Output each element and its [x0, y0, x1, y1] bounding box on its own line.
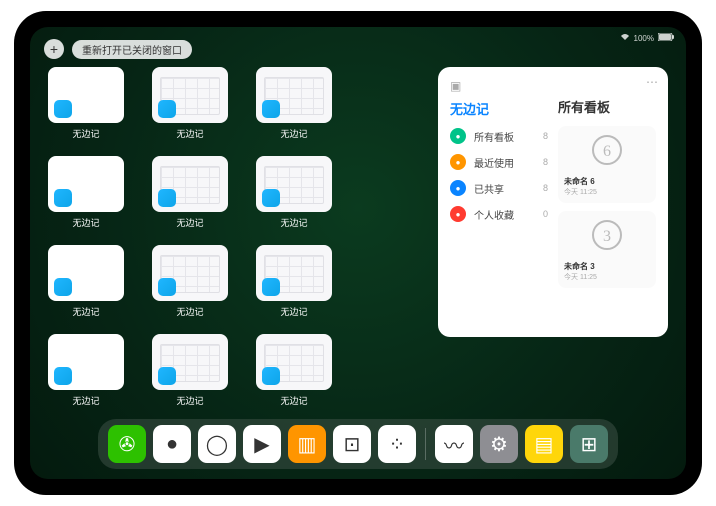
blank-preview [48, 245, 124, 301]
sidebar-item-label: 最近使用 [474, 155, 514, 170]
sidebar-item-label: 个人收藏 [474, 207, 514, 222]
sidebar-icon[interactable]: ▣ [450, 79, 548, 93]
svg-text:6: 6 [603, 143, 611, 160]
window-thumbnail[interactable]: 无边记 [256, 245, 332, 318]
thumbnail-label: 无边记 [280, 216, 307, 229]
add-button[interactable]: + [44, 39, 64, 59]
wechat-icon[interactable]: ✇ [108, 425, 146, 463]
board-sketch-icon: 6 [585, 132, 629, 172]
window-thumbnail[interactable]: 无边记 [256, 334, 332, 407]
board-time: 今天 11:25 [564, 272, 597, 282]
sidebar-item[interactable]: ● 个人收藏 0 [450, 206, 548, 222]
calendar-preview [152, 156, 228, 212]
calendar-preview [256, 67, 332, 123]
thumbnail-label: 无边记 [280, 127, 307, 140]
dock: ✇●◯▶▥⊡⁘ 〰⚙▤⊞ [98, 419, 618, 469]
browser-icon[interactable]: ● [153, 425, 191, 463]
books-icon[interactable]: ▥ [288, 425, 326, 463]
window-thumbnail[interactable]: 无边记 [256, 156, 332, 229]
window-thumbnail[interactable]: 无边记 [48, 334, 124, 407]
ipad-frame: 100% + 重新打开已关闭的窗口 无边记无边记无边记无边记无边记无边记无边记无… [14, 11, 702, 495]
status-bar: 100% [620, 31, 674, 45]
window-thumbnail[interactable]: 无边记 [48, 156, 124, 229]
window-thumbnail[interactable]: 无边记 [152, 67, 228, 140]
thumbnail-label: 无边记 [72, 216, 99, 229]
blank-preview [48, 334, 124, 390]
clock-icon: ● [450, 154, 466, 170]
thumbnail-label: 无边记 [176, 305, 203, 318]
window-thumbnail[interactable]: 无边记 [48, 67, 124, 140]
window-thumbnail[interactable]: 无边记 [48, 245, 124, 318]
thumbnail-label: 无边记 [72, 305, 99, 318]
sidebar-pane: ▣ 无边记 ● 所有看板 8● 最近使用 8● 已共享 8● 个人收藏 0 [450, 79, 548, 325]
calendar-preview [256, 156, 332, 212]
freeform-icon[interactable]: 〰 [435, 425, 473, 463]
appgroup-icon[interactable]: ⊞ [570, 425, 608, 463]
qqbrowser-icon[interactable]: ◯ [198, 425, 236, 463]
thumbnail-label: 无边记 [176, 394, 203, 407]
calendar-preview [256, 245, 332, 301]
people-icon: ● [450, 180, 466, 196]
settings-icon[interactable]: ⚙ [480, 425, 518, 463]
blank-preview [48, 156, 124, 212]
window-row: 无边记 无边记 无边记 [48, 156, 418, 229]
board-sketch-icon: 3 [585, 217, 629, 257]
large-app-window[interactable]: ⋯ ▣ 无边记 ● 所有看板 8● 最近使用 8● 已共享 8● 个人收藏 0 … [438, 67, 668, 337]
boards-pane: 所有看板 6 未命名 6 今天 11:25 3 未命名 3 今天 11:25 [558, 79, 656, 325]
screen: 100% + 重新打开已关闭的窗口 无边记无边记无边记无边记无边记无边记无边记无… [30, 27, 686, 479]
calendar-preview [152, 334, 228, 390]
calendar-preview [256, 334, 332, 390]
thumbnail-label: 无边记 [280, 394, 307, 407]
window-thumbnail[interactable]: 无边记 [152, 156, 228, 229]
board-card[interactable]: 6 未命名 6 今天 11:25 [558, 126, 656, 203]
wifi-icon [620, 33, 630, 43]
sidebar-item-count: 8 [543, 183, 548, 193]
blank-preview [48, 67, 124, 123]
thumbnail-label: 无边记 [72, 394, 99, 407]
top-bar: + 重新打开已关闭的窗口 [44, 39, 192, 59]
sidebar-item[interactable]: ● 最近使用 8 [450, 154, 548, 170]
sidebar-title: 无边记 [450, 99, 548, 118]
window-thumbnail[interactable]: 无边记 [152, 245, 228, 318]
window-row: 无边记 无边记 无边记 [48, 67, 418, 140]
sidebar-item[interactable]: ● 所有看板 8 [450, 128, 548, 144]
heart-icon: ● [450, 206, 466, 222]
board-name: 未命名 3 [564, 261, 595, 272]
board-time: 今天 11:25 [564, 187, 597, 197]
thumbnail-label: 无边记 [72, 127, 99, 140]
board-name: 未命名 6 [564, 176, 595, 187]
calendar-preview [152, 67, 228, 123]
sidebar-item[interactable]: ● 已共享 8 [450, 180, 548, 196]
thumbnail-label: 无边记 [176, 216, 203, 229]
play-icon[interactable]: ▶ [243, 425, 281, 463]
boards-title: 所有看板 [558, 97, 656, 116]
window-thumbnail[interactable]: 无边记 [152, 334, 228, 407]
dots-icon[interactable]: ⁘ [378, 425, 416, 463]
svg-text:3: 3 [603, 228, 611, 245]
sidebar-item-label: 已共享 [474, 181, 504, 196]
battery-icon [658, 33, 674, 43]
grid-icon: ● [450, 128, 466, 144]
battery-text: 100% [634, 34, 654, 43]
thumbnail-label: 无边记 [176, 127, 203, 140]
window-row: 无边记 无边记 无边记 [48, 245, 418, 318]
more-icon[interactable]: ⋯ [646, 75, 658, 89]
calendar-preview [152, 245, 228, 301]
thumbnail-label: 无边记 [280, 305, 307, 318]
sidebar-item-count: 8 [543, 157, 548, 167]
board-card[interactable]: 3 未命名 3 今天 11:25 [558, 211, 656, 288]
window-thumbnail[interactable]: 无边记 [256, 67, 332, 140]
window-row: 无边记 无边记 无边记 [48, 334, 418, 407]
dice-icon[interactable]: ⊡ [333, 425, 371, 463]
window-grid: 无边记无边记无边记无边记无边记无边记无边记无边记无边记无边记无边记无边记 [48, 67, 418, 413]
sidebar-item-label: 所有看板 [474, 129, 514, 144]
reopen-tab-pill[interactable]: 重新打开已关闭的窗口 [72, 40, 192, 59]
notes-icon[interactable]: ▤ [525, 425, 563, 463]
sidebar-item-count: 8 [543, 131, 548, 141]
content-area: 无边记无边记无边记无边记无边记无边记无边记无边记无边记无边记无边记无边记 ⋯ ▣… [48, 67, 668, 413]
sidebar-item-count: 0 [543, 209, 548, 219]
dock-separator [425, 428, 426, 460]
